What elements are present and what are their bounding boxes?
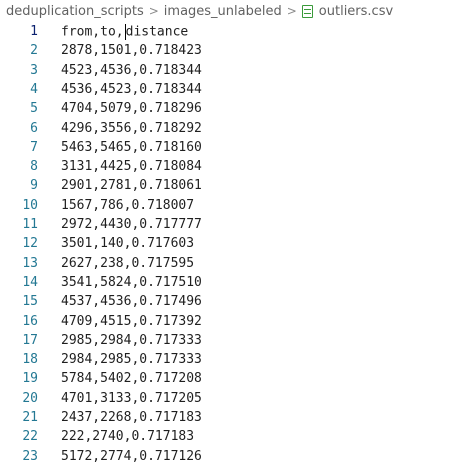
breadcrumb-folder-deduplication-scripts[interactable]: deduplication_scripts [6,4,144,19]
editor-line[interactable]: 7 5463,5465,0.718160 [0,138,474,157]
line-text: 4523,4536,0.718344 [61,62,202,78]
line-text: 2985,2984,0.717333 [61,332,202,348]
editor-line[interactable]: 14 3541,5824,0.717510 [0,273,474,292]
line-text: 4536,4523,0.718344 [61,81,202,97]
line-text: 4704,5079,0.718296 [61,101,202,117]
line-text: 4701,3133,0.717205 [61,390,202,406]
line-number: 16 [22,313,38,329]
line-text: 3501,140,0.717603 [61,236,195,252]
line-number: 11 [22,217,38,232]
line-number: 7 [30,139,38,155]
line-text: 5172,2774,0.717126 [61,448,202,464]
line-number: 9 [30,178,38,194]
breadcrumb-separator: > [286,4,297,18]
editor-line[interactable]: 15 4537,4536,0.717496 [0,292,474,311]
line-number: 13 [22,255,38,271]
line-number: 15 [22,294,38,310]
editor-line[interactable]: 16 4709,4515,0.717392 [0,312,474,331]
editor-line[interactable]: 12 3501,140,0.717603 [0,234,474,253]
breadcrumb-separator: > [148,4,159,18]
line-text: 2972,4430,0.717777 [61,217,202,232]
line-number: 21 [22,410,38,425]
line-text: 4709,4515,0.717392 [61,313,202,329]
line-text: from,to, distance [61,23,189,40]
line-text: 2984,2985,0.717333 [61,352,202,368]
line-number: 12 [22,236,38,252]
editor-line[interactable]: 8 3131,4425,0.718084 [0,157,474,176]
line-text: 5784,5402,0.717208 [61,371,202,387]
line-text: 4537,4536,0.717496 [61,294,202,310]
line-number: 20 [22,390,38,406]
breadcrumb-folder-images-unlabeled[interactable]: images_unlabeled [164,4,282,19]
line-text: 5463,5465,0.718160 [61,139,202,155]
line-number: 17 [22,332,38,348]
line-number: 2 [30,43,38,59]
editor-line[interactable]: 22 222,2740,0.717183 [0,427,474,446]
line-text: 2437,2268,0.717183 [61,410,202,425]
text-cursor [124,23,126,40]
line-number: 1 [30,24,38,39]
line-text: 3541,5824,0.717510 [61,274,202,290]
line-number: 14 [22,274,38,290]
line-number: 5 [30,101,38,117]
editor-line[interactable]: 2 2878,1501,0.718423 [0,41,474,60]
editor-line[interactable]: 6 4296,3556,0.718292 [0,119,474,138]
editor-line[interactable]: 11 2972,4430,0.717777 [0,215,474,234]
editor-line[interactable]: 9 2901,2781,0.718061 [0,176,474,195]
line-text: 2878,1501,0.718423 [61,43,202,59]
editor-line[interactable]: 3 4523,4536,0.718344 [0,61,474,80]
editor-line[interactable]: 21 2437,2268,0.717183 [0,408,474,427]
editor-line[interactable]: 20 4701,3133,0.717205 [0,389,474,408]
csv-file-icon [301,4,313,18]
line-number: 3 [30,62,38,78]
editor-line[interactable]: 10 1567,786,0.718007 [0,196,474,215]
line-text: 3131,4425,0.718084 [61,159,202,175]
line-number: 22 [22,429,38,445]
breadcrumb-file-outliers-csv[interactable]: outliers.csv [319,4,393,19]
line-number: 8 [30,159,38,175]
editor-line[interactable]: 13 2627,238,0.717595 [0,254,474,273]
line-number: 4 [30,81,38,97]
line-number: 10 [22,197,38,213]
line-number: 18 [22,352,38,368]
editor-line[interactable]: 23 5172,2774,0.717126 [0,447,474,466]
editor-line[interactable]: 19 5784,5402,0.717208 [0,369,474,388]
code-editor[interactable]: 1 from,to, distance 2 2878,1501,0.718423 3 452… [0,22,474,464]
editor-line[interactable]: 5 4704,5079,0.718296 [0,99,474,118]
line-text: 1567,786,0.718007 [61,197,195,213]
editor-line[interactable]: 1 from,to, distance [0,22,474,41]
breadcrumb: deduplication_scripts > images_unlabeled… [0,0,474,22]
editor-line[interactable]: 4 4536,4523,0.718344 [0,80,474,99]
line-number: 19 [22,371,38,387]
line-text: 4296,3556,0.718292 [61,120,202,136]
line-text: 2901,2781,0.718061 [61,178,202,194]
line-number: 6 [30,120,38,136]
editor-line[interactable]: 17 2985,2984,0.717333 [0,331,474,350]
editor-line[interactable]: 18 2984,2985,0.717333 [0,350,474,369]
line-number: 23 [22,448,38,464]
line-text: 222,2740,0.717183 [61,429,195,445]
line-text: 2627,238,0.717595 [61,255,195,271]
